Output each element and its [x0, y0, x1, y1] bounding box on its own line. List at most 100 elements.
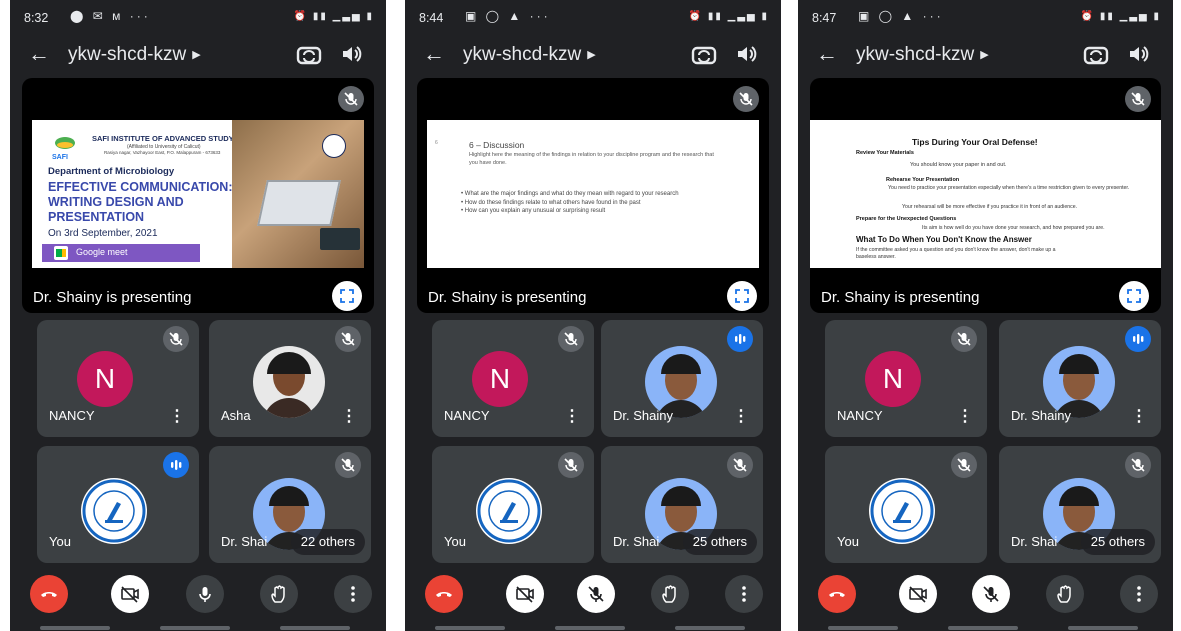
meeting-header: ← ykw-shcd-kzw ▶ — [798, 35, 1173, 77]
meeting-code[interactable]: ykw-shcd-kzw ▶ — [856, 44, 989, 66]
participant-tile-nancy[interactable]: N NANCY ⋮ — [432, 320, 594, 437]
slide-heading-line3: PRESENTATION — [48, 210, 145, 224]
participant-name: You — [444, 534, 466, 549]
participant-name: Dr. Shainy — [613, 408, 673, 423]
back-arrow-icon[interactable]: ← — [816, 41, 838, 67]
more-options-icon[interactable]: ⋮ — [341, 409, 357, 425]
participant-tile-you[interactable]: You — [432, 446, 594, 563]
participant-tile-you[interactable]: You — [825, 446, 987, 563]
others-count-button[interactable]: 25 others — [1080, 529, 1155, 555]
call-controls — [10, 575, 386, 615]
phone-screen-2: 8:44 ▣ ◯ ▲ ··· ⏰ ▮▮ ▁▃▅ ▮ ← ykw-shcd-kzw… — [405, 0, 781, 631]
department-logo — [476, 478, 542, 544]
meeting-code[interactable]: ykw-shcd-kzw ▶ — [463, 44, 596, 66]
slide-section: Rehearse Your Presentation — [886, 177, 960, 183]
phone-screen-1: 8:32 ⬤ ✉ ᴍ ··· ⏰ ▮▮ ▁▃▅ ▮ ← ykw-shcd-kzw… — [10, 0, 386, 631]
shared-slide: SAFI SAFI INSTITUTE OF ADVANCED STUDY (A… — [32, 120, 364, 268]
end-call-button[interactable] — [818, 575, 856, 613]
more-options-button[interactable] — [1120, 575, 1158, 613]
participant-tile-shainy[interactable]: Dr. Shai 22 others — [209, 446, 371, 563]
raise-hand-icon — [271, 585, 285, 603]
mic-off-icon — [338, 86, 364, 112]
back-arrow-icon[interactable]: ← — [28, 41, 50, 67]
participant-tile-shainy-2[interactable]: Dr. Shai 25 others — [999, 446, 1161, 563]
presentation-stage[interactable]: 6 6 – Discussion Highlight here the mean… — [417, 78, 769, 313]
avatar: N — [472, 351, 528, 407]
more-options-icon[interactable]: ⋮ — [733, 409, 749, 425]
participant-tile-shainy[interactable]: Dr. Shainy ⋮ — [999, 320, 1161, 437]
end-call-icon — [436, 592, 452, 597]
system-nav-bar — [405, 621, 781, 631]
raise-hand-button[interactable] — [651, 575, 689, 613]
system-nav-bar — [798, 621, 1173, 631]
slide-heading: 6 – Discussion — [469, 140, 525, 150]
mic-off-icon — [983, 586, 999, 602]
mic-icon — [199, 587, 211, 602]
more-options-icon[interactable]: ⋮ — [169, 409, 185, 425]
participant-name: NANCY — [837, 408, 883, 423]
system-nav-bar — [10, 621, 386, 631]
mic-toggle-button[interactable] — [186, 575, 224, 613]
mic-toggle-button[interactable] — [577, 575, 615, 613]
more-options-button[interactable] — [334, 575, 372, 613]
end-call-icon — [41, 592, 57, 597]
presentation-stage[interactable]: SAFI SAFI INSTITUTE OF ADVANCED STUDY (A… — [22, 78, 374, 313]
presentation-stage[interactable]: Tips During Your Oral Defense! Review Yo… — [810, 78, 1161, 313]
raise-hand-button[interactable] — [1046, 575, 1084, 613]
notification-icons: ▣ ◯ ▲ ··· — [858, 9, 944, 23]
speaking-indicator-icon — [727, 326, 753, 352]
more-vert-icon — [351, 586, 355, 602]
participant-tile-you[interactable]: You — [37, 446, 199, 563]
participant-name: Dr. Shai — [1011, 534, 1058, 549]
slide-heading: Tips During Your Oral Defense! — [912, 137, 1038, 147]
fullscreen-button[interactable] — [332, 281, 362, 311]
camera-off-icon — [909, 586, 927, 603]
participant-tile-shainy[interactable]: Dr. Shainy ⋮ — [601, 320, 763, 437]
slide-text: You need to practice your presentation e… — [888, 185, 1130, 191]
camera-toggle-button[interactable] — [111, 575, 149, 613]
participant-tile-nancy[interactable]: N NANCY ⋮ — [37, 320, 199, 437]
participant-tile-nancy[interactable]: N NANCY ⋮ — [825, 320, 987, 437]
avatar-photo — [253, 346, 325, 418]
signal-icons: ⏰ ▮▮ ▁▃▅ ▮ — [1080, 11, 1161, 22]
mic-off-icon — [951, 326, 977, 352]
others-count-button[interactable]: 22 others — [290, 529, 365, 555]
back-arrow-icon[interactable]: ← — [423, 41, 445, 67]
participant-name: Dr. Shai — [613, 534, 660, 549]
more-options-icon[interactable]: ⋮ — [564, 409, 580, 425]
status-bar: 8:44 ▣ ◯ ▲ ··· ⏰ ▮▮ ▁▃▅ ▮ — [405, 0, 781, 34]
raise-hand-button[interactable] — [260, 575, 298, 613]
participant-tile-shainy-2[interactable]: Dr. Shai 25 others — [601, 446, 763, 563]
participant-tile-asha[interactable]: Asha ⋮ — [209, 320, 371, 437]
camera-toggle-button[interactable] — [899, 575, 937, 613]
slide-bullet-list: • What are the major findings and what d… — [461, 190, 759, 216]
switch-camera-icon[interactable] — [1083, 42, 1109, 68]
speaker-icon[interactable] — [340, 42, 364, 66]
presenting-label: Dr. Shainy is presenting — [821, 289, 980, 306]
speaker-icon[interactable] — [735, 42, 759, 66]
meeting-code[interactable]: ykw-shcd-kzw ▶ — [68, 44, 201, 66]
speaker-icon[interactable] — [1127, 42, 1151, 66]
shared-slide: 6 6 – Discussion Highlight here the mean… — [427, 120, 759, 268]
end-call-button[interactable] — [30, 575, 68, 613]
more-options-icon[interactable]: ⋮ — [1131, 409, 1147, 425]
camera-toggle-button[interactable] — [506, 575, 544, 613]
logo-text: SAFI — [52, 154, 68, 161]
fullscreen-button[interactable] — [1119, 281, 1149, 311]
others-count-button[interactable]: 25 others — [682, 529, 757, 555]
more-options-button[interactable] — [725, 575, 763, 613]
status-time: 8:47 — [812, 11, 837, 25]
participant-name: You — [837, 534, 859, 549]
end-call-button[interactable] — [425, 575, 463, 613]
meet-logo-icon — [54, 246, 68, 260]
switch-camera-icon[interactable] — [691, 42, 717, 68]
fullscreen-icon — [1127, 289, 1141, 303]
fullscreen-button[interactable] — [727, 281, 757, 311]
more-options-icon[interactable]: ⋮ — [957, 409, 973, 425]
mic-off-icon — [163, 326, 189, 352]
chevron-right-icon: ▶ — [980, 49, 989, 61]
mic-toggle-button[interactable] — [972, 575, 1010, 613]
participant-name: Dr. Shainy — [1011, 408, 1071, 423]
switch-camera-icon[interactable] — [296, 42, 322, 68]
participant-name: You — [49, 534, 71, 549]
